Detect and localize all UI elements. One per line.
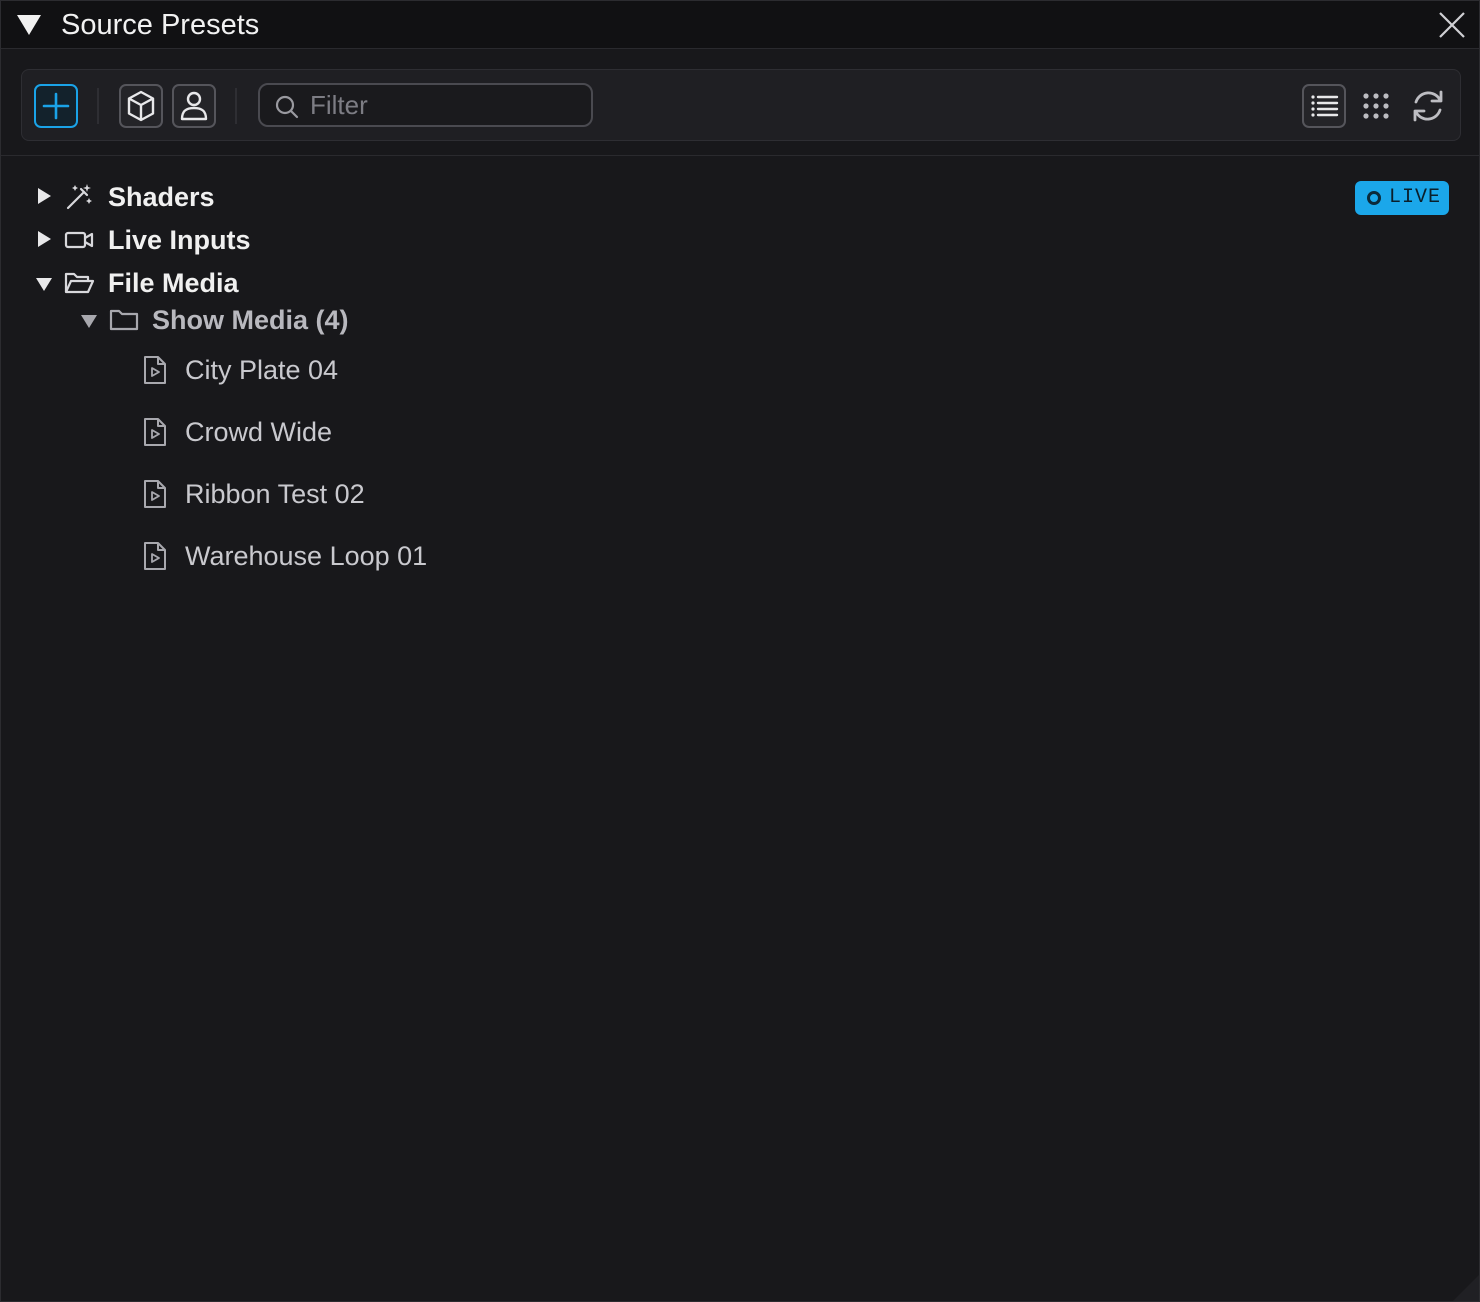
caret-right-icon[interactable]	[35, 230, 53, 248]
media-item[interactable]: City Plate 04	[139, 350, 559, 390]
video-camera-icon	[64, 231, 94, 249]
refresh-button[interactable]	[1406, 84, 1450, 128]
close-icon[interactable]	[1437, 10, 1467, 40]
resize-grip-icon[interactable]	[1445, 1267, 1479, 1301]
toolbar-divider	[97, 88, 99, 124]
caret-down-icon[interactable]	[15, 13, 43, 37]
live-indicator-icon	[1367, 191, 1381, 205]
source-presets-panel: Source Presets Filter LIVE Shaders Live …	[0, 0, 1480, 1302]
tree-item-label: Shaders	[108, 182, 215, 212]
grid-view-button[interactable]	[1354, 84, 1398, 128]
preset-tree: LIVE Shaders Live Inputs File Media Show…	[1, 161, 1479, 1301]
toolbar-divider	[235, 88, 237, 124]
title-bar: Source Presets	[1, 1, 1479, 49]
folder-icon	[109, 309, 139, 331]
live-status-badge[interactable]: LIVE	[1355, 181, 1449, 215]
filter-input[interactable]	[308, 87, 578, 123]
folder-open-icon	[64, 272, 95, 294]
toolbar	[21, 69, 1461, 141]
user-presets-button[interactable]	[172, 84, 216, 128]
list-view-icon	[1311, 95, 1339, 117]
tree-item-file-media[interactable]: File Media	[31, 263, 431, 303]
tree-item-live-inputs[interactable]: Live Inputs	[31, 220, 431, 260]
panel-title: Source Presets	[61, 9, 260, 41]
filter-field[interactable]	[258, 83, 593, 127]
video-file-icon	[144, 480, 166, 508]
refresh-icon	[1413, 90, 1443, 122]
video-file-icon	[144, 356, 166, 384]
media-item[interactable]: Warehouse Loop 01	[139, 536, 559, 576]
tree-item-show-media-folder[interactable]: Show Media (4)	[77, 300, 477, 340]
caret-down-icon[interactable]	[80, 312, 98, 330]
magic-wand-icon	[66, 184, 92, 210]
media-item-label: Crowd Wide	[185, 417, 333, 447]
caret-down-icon[interactable]	[35, 275, 53, 293]
list-view-button[interactable]	[1302, 84, 1346, 128]
media-item[interactable]: Ribbon Test 02	[139, 474, 559, 514]
media-item-label: Warehouse Loop 01	[185, 541, 428, 571]
caret-right-icon[interactable]	[35, 187, 53, 205]
user-icon	[180, 91, 208, 121]
video-file-icon	[144, 542, 166, 570]
cube-icon	[127, 90, 155, 122]
grid-view-icon	[1363, 93, 1389, 119]
media-item-label: City Plate 04	[185, 355, 339, 385]
tree-item-label: Live Inputs	[108, 225, 251, 255]
search-icon	[275, 95, 299, 119]
toolbar-area	[1, 49, 1479, 156]
plus-icon	[42, 92, 70, 120]
tree-item-label: Show Media (4)	[152, 305, 349, 335]
video-file-icon	[144, 418, 166, 446]
tree-item-shaders[interactable]: Shaders	[31, 177, 431, 217]
tree-item-label: File Media	[108, 268, 239, 298]
media-item-label: Ribbon Test 02	[185, 479, 365, 509]
live-label: LIVE	[1389, 186, 1442, 209]
packages-button[interactable]	[119, 84, 163, 128]
add-preset-button[interactable]	[34, 84, 78, 128]
media-item[interactable]: Crowd Wide	[139, 412, 559, 452]
